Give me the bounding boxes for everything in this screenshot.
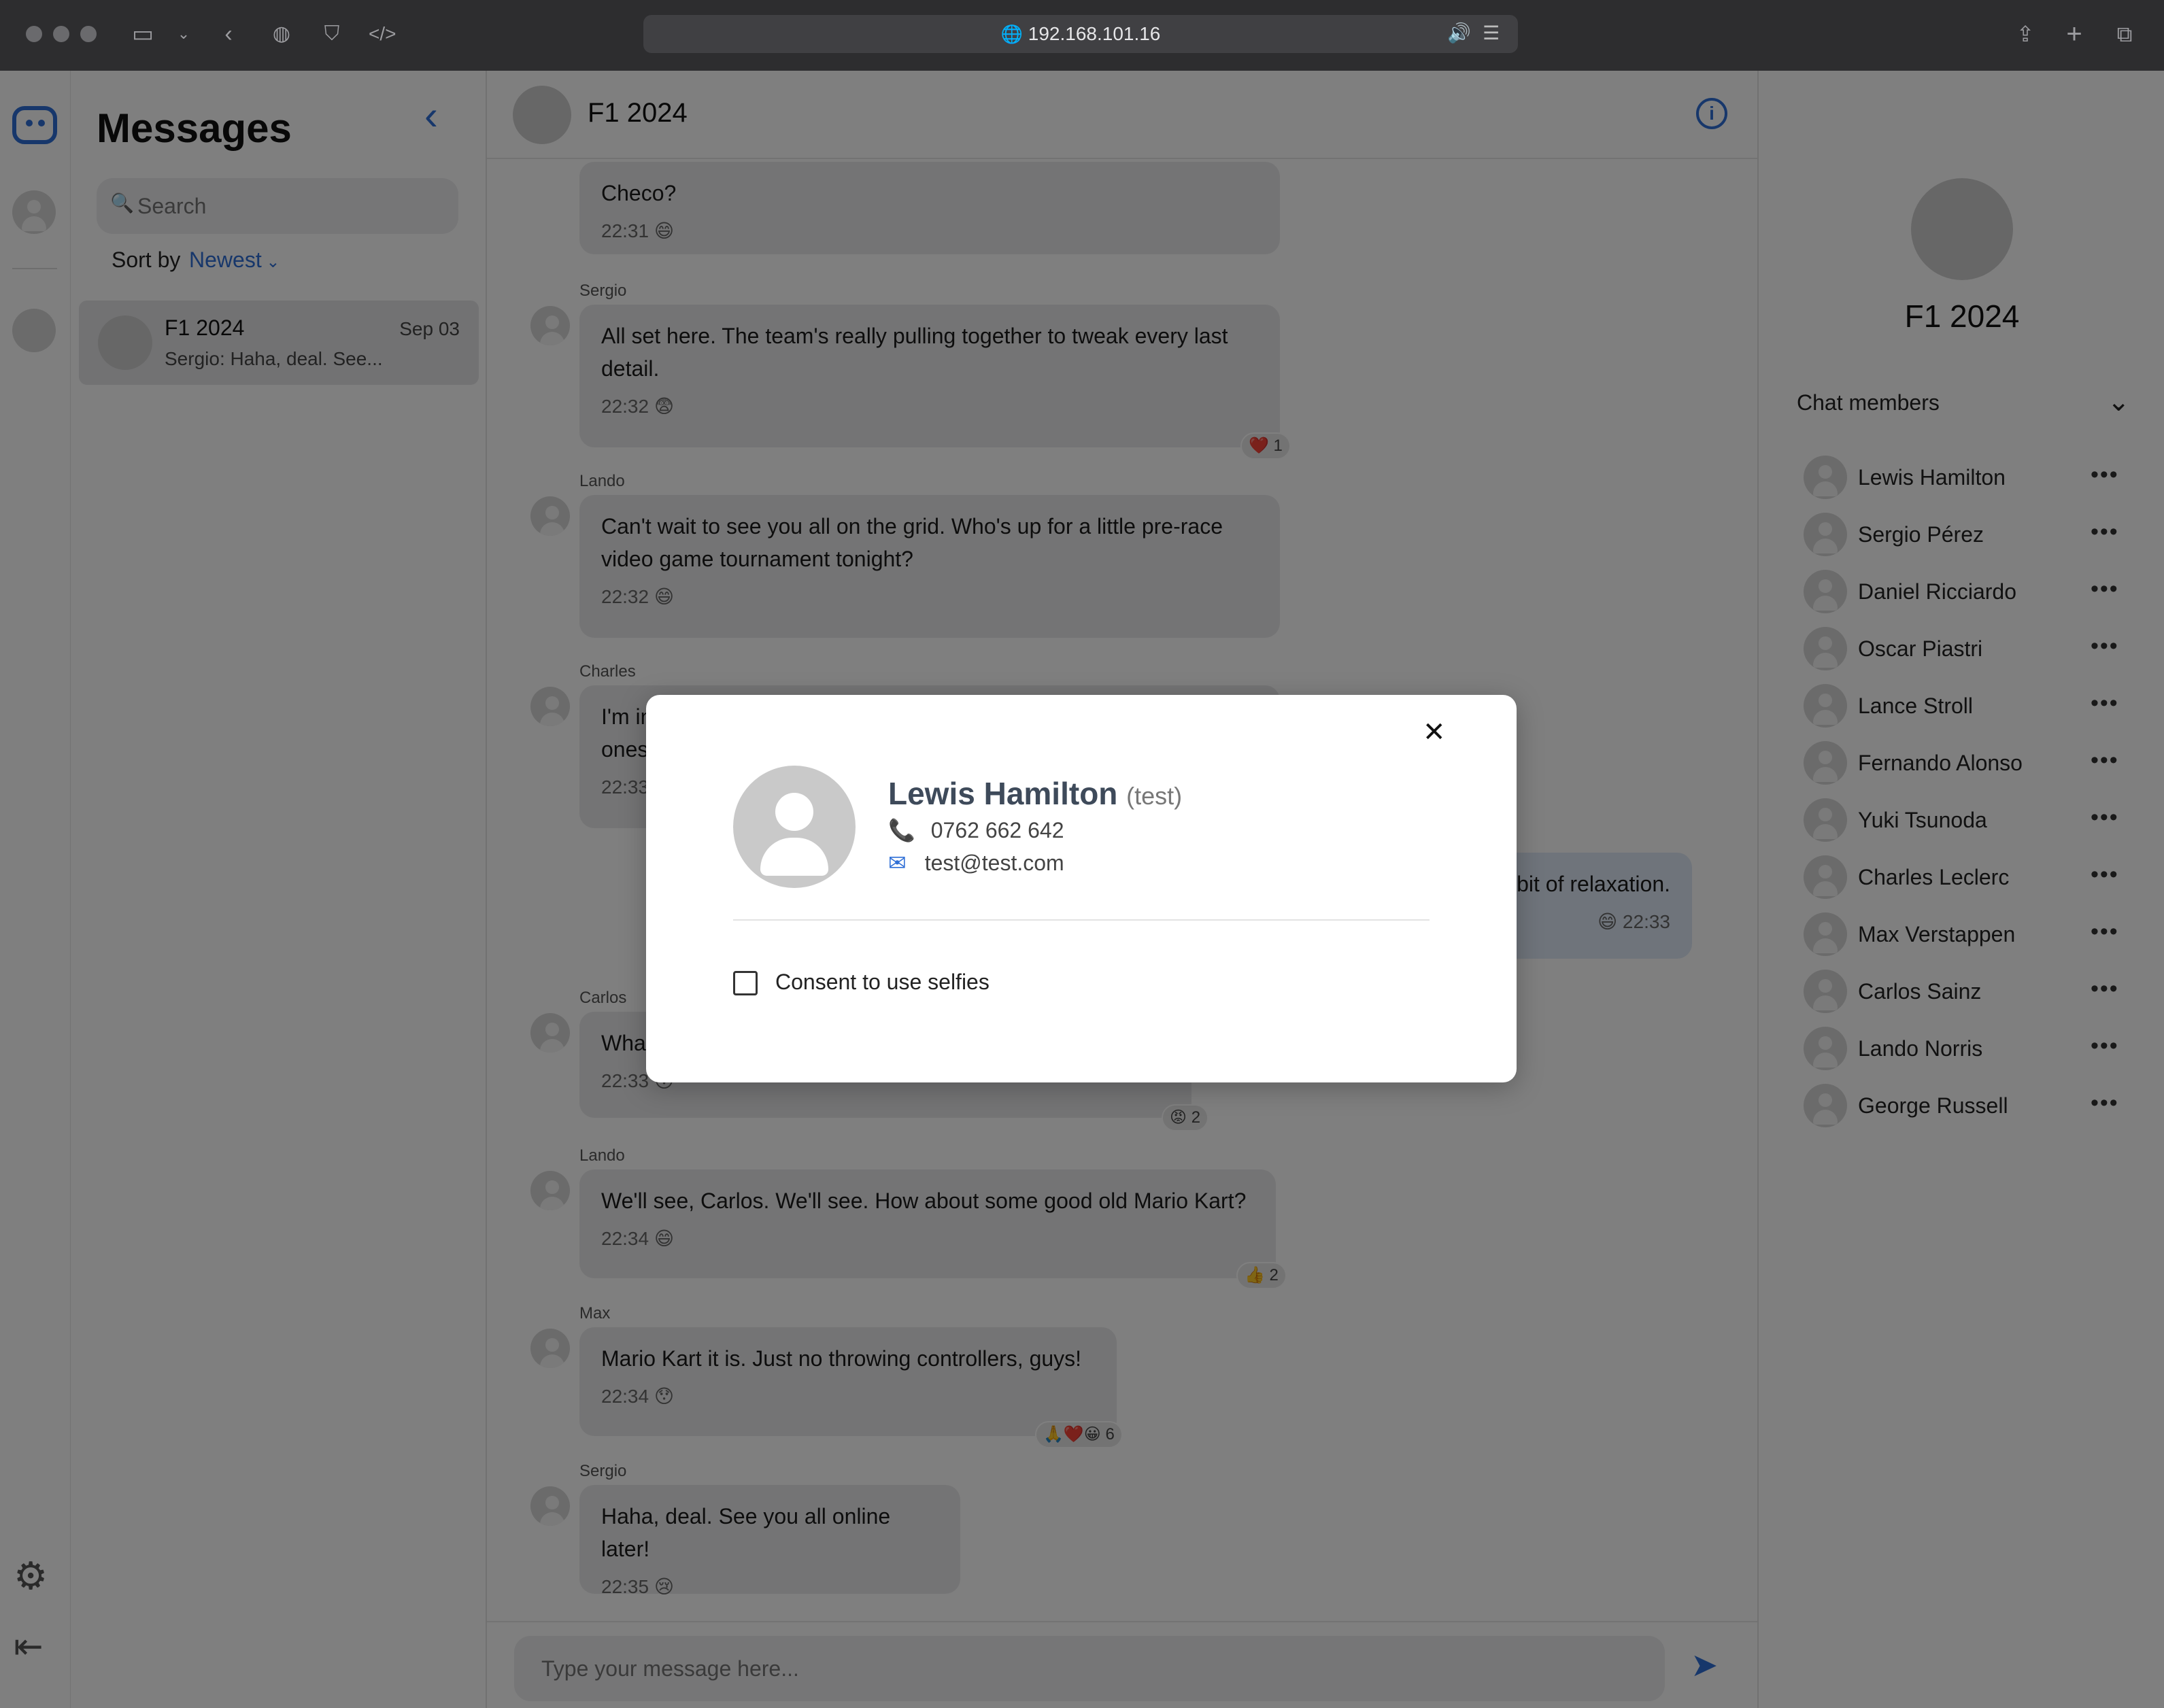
minimize-window-button[interactable] bbox=[53, 26, 69, 42]
share-icon[interactable]: ⇪ bbox=[2012, 20, 2039, 48]
back-icon[interactable]: ‹ bbox=[215, 20, 242, 48]
extension-icon[interactable]: ◍ bbox=[268, 20, 295, 48]
contact-avatar bbox=[733, 766, 856, 888]
modal-divider bbox=[733, 919, 1430, 921]
consent-checkbox[interactable] bbox=[733, 971, 758, 995]
shield-icon[interactable]: ⛉ bbox=[318, 20, 345, 48]
sidebar-toggle-icon[interactable]: ▭ bbox=[129, 20, 156, 48]
zoom-window-button[interactable] bbox=[80, 26, 97, 42]
code-icon[interactable]: </> bbox=[369, 20, 396, 48]
new-tab-icon[interactable]: + bbox=[2061, 20, 2088, 48]
email-row: ✉ test@test.com bbox=[888, 850, 1064, 876]
url-text: 🌐 192.168.101.16 bbox=[643, 15, 1518, 53]
phone-row: 📞 0762 662 642 bbox=[888, 817, 1064, 843]
browser-toolbar: ▭ ⌄ ‹ ◍ ⛉ </> 🌐 192.168.101.16 🔊 ☰ ⇪ + ⧉ bbox=[0, 0, 2164, 71]
url-value: 192.168.101.16 bbox=[1028, 23, 1161, 44]
reader-icon[interactable]: ☰ bbox=[1483, 22, 1500, 44]
contact-phone[interactable]: 0762 662 642 bbox=[931, 818, 1064, 842]
globe-icon: 🌐 bbox=[1000, 24, 1023, 44]
contact-tag: (test) bbox=[1126, 782, 1183, 810]
close-icon[interactable]: ✕ bbox=[1423, 717, 1446, 748]
chevron-down-icon[interactable]: ⌄ bbox=[170, 20, 197, 48]
audio-icon[interactable]: 🔊 bbox=[1447, 22, 1471, 44]
contact-name: Lewis Hamilton bbox=[888, 776, 1118, 811]
contact-modal: ✕ Lewis Hamilton (test) 📞 0762 662 642 ✉… bbox=[646, 695, 1517, 1082]
consent-label: Consent to use selfies bbox=[775, 970, 990, 994]
mail-icon: ✉ bbox=[888, 851, 907, 875]
contact-name-row: Lewis Hamilton (test) bbox=[888, 775, 1182, 812]
phone-icon: 📞 bbox=[888, 818, 915, 842]
contact-email[interactable]: test@test.com bbox=[925, 851, 1064, 875]
address-bar[interactable]: 🌐 192.168.101.16 🔊 ☰ bbox=[643, 15, 1518, 53]
tabs-overview-icon[interactable]: ⧉ bbox=[2111, 20, 2138, 48]
close-window-button[interactable] bbox=[26, 26, 42, 42]
